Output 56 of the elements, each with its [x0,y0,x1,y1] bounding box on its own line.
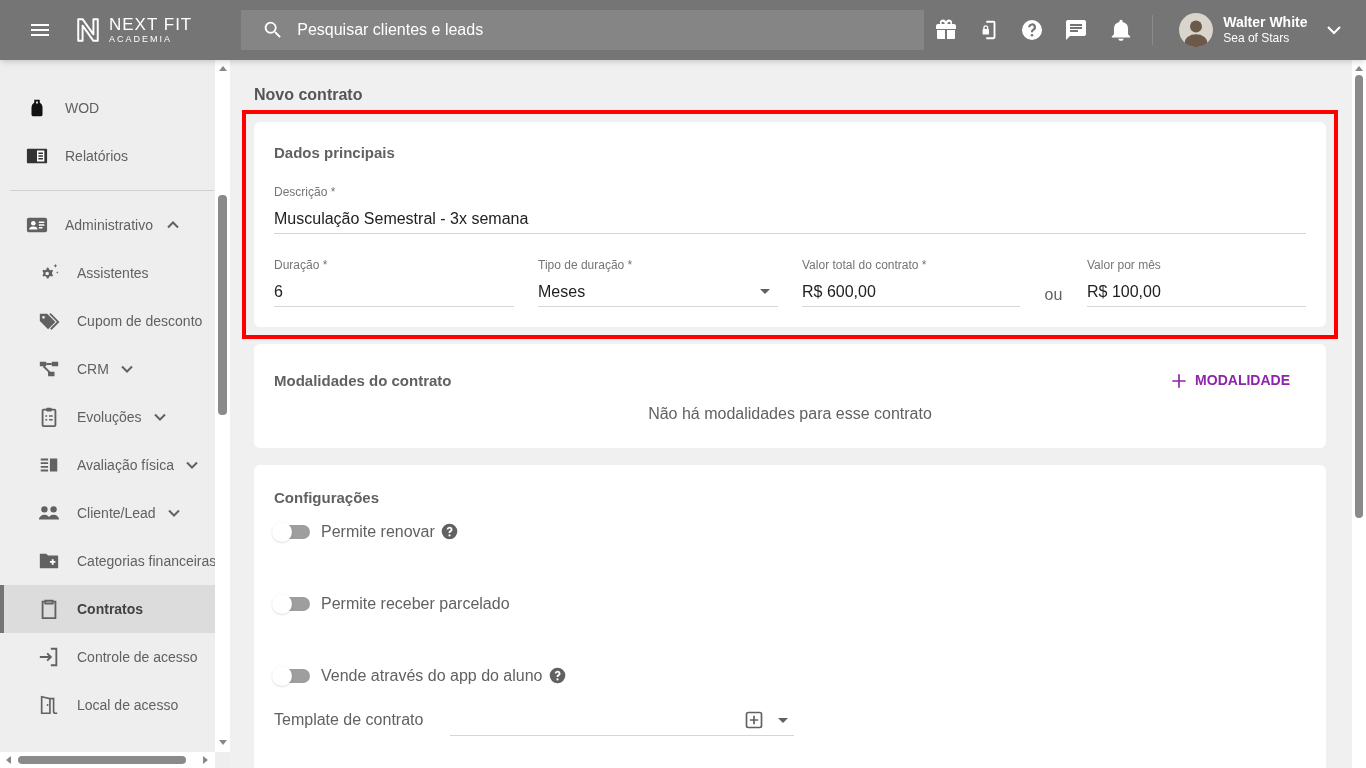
separator-text: ou [1043,284,1064,305]
user-name: Walter White [1223,14,1308,30]
toggle-switch[interactable] [274,524,310,539]
scrollbar-left-icon[interactable] [6,756,11,764]
toggle-label: Vende através do app do aluno [321,665,543,686]
toggle-label: Permite renovar [321,521,435,542]
avatar-icon[interactable] [1179,13,1214,47]
sidebar-item[interactable]: Categorias financeiras [0,537,215,585]
field-label: Template de contrato [274,709,425,730]
scrollbar-right-icon[interactable] [203,756,208,764]
sidebar-item[interactable]: Cliente/Lead [0,489,215,537]
empty-message: Não há modalidades para esse contrato [647,404,933,424]
sidebar-item[interactable]: CRM [0,345,215,393]
sidebar-item[interactable]: Contratos [0,585,215,633]
gift-icon[interactable] [934,18,959,42]
sidebar-item[interactable]: Controle de acesso [0,633,215,681]
logo-title: NEXT FIT [109,16,193,33]
sidebar-item[interactable]: Avaliação física [0,441,215,489]
sidebar-item[interactable]: Cupom de desconto [0,297,215,345]
door-icon [38,694,60,716]
help-icon[interactable] [440,523,458,540]
sidebar-item[interactable]: Assistentes [0,249,215,297]
section-title: Configurações [274,488,380,508]
search-field[interactable]: Pesquisar clientes e leads [241,10,925,50]
sidebar-item[interactable]: Local de acesso [0,681,215,729]
logo-icon [75,15,101,45]
toggle-switch[interactable] [274,596,310,611]
sidebar-item[interactable]: Relatórios [0,132,215,180]
scrollbar-thumb[interactable] [18,756,186,764]
toggle-label: Permite receber parcelado [321,593,510,614]
login-icon [38,646,60,668]
scrollbar-up-icon[interactable] [219,66,227,71]
add-box-icon [744,710,764,730]
section-title: Dados principais [274,143,396,163]
sidebar-item[interactable]: WOD [0,84,215,132]
scrollbar-down-icon[interactable] [219,740,227,745]
input-field[interactable]: Descrição * Musculação Semestral - 3x semana [274,166,1306,234]
sidebar-item[interactable]: Evoluções [0,393,215,441]
sidebar-item[interactable]: Administrativo [0,201,215,249]
tag-icon [38,310,60,332]
select-field[interactable]: Tipo de duração * Meses [538,239,778,307]
input-field[interactable]: Duração * 6 [274,239,514,307]
input-field[interactable]: Valor por mês R$ 100,00 [1087,239,1306,307]
scrollbar-up-icon[interactable] [1355,66,1363,71]
section-title: Modalidades do contrato [274,370,452,391]
help-icon[interactable] [1020,18,1045,42]
page-title: Novo contrato [254,85,364,105]
input-field[interactable]: Valor total do contrato * R$ 600,00 [802,239,1020,307]
chat-icon[interactable] [1064,18,1089,42]
add-modality-button[interactable]: MODALIDADE [1169,370,1290,392]
scrollbar-thumb[interactable] [218,195,227,415]
organization-name: Sea of Stars [1223,30,1291,46]
help-icon[interactable] [548,667,566,684]
scrollbar-thumb[interactable] [1355,75,1363,518]
logo-subtitle: ACADEMIA [109,35,173,44]
toggle-switch[interactable] [274,668,310,683]
